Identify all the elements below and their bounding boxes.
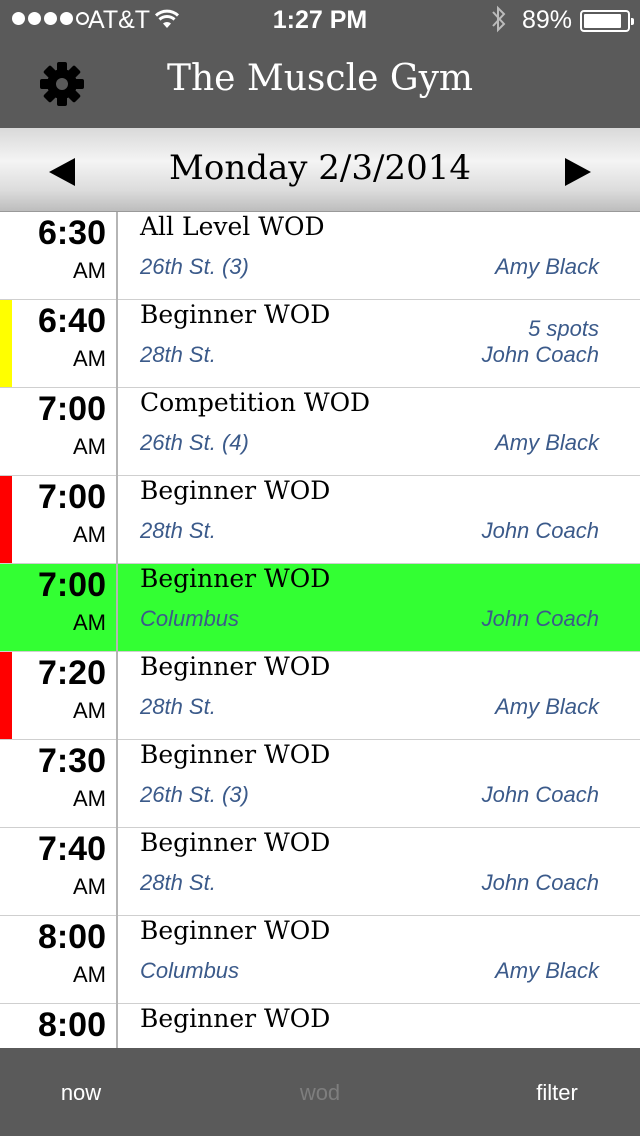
- class-row[interactable]: 8:00 AM Beginner WOD Columbus Amy Black: [0, 916, 640, 1004]
- battery-level-fill: [584, 14, 622, 28]
- class-time: 7:20: [37, 654, 106, 692]
- class-time: 8:00: [37, 1006, 106, 1044]
- class-name: Competition WOD: [140, 388, 371, 417]
- class-coach: John Coach: [481, 870, 599, 895]
- class-time: 8:00: [37, 918, 106, 956]
- tab-now[interactable]: now: [1, 1080, 161, 1106]
- class-name: Beginner WOD: [140, 740, 331, 769]
- battery-icon: [580, 10, 634, 32]
- time-column: 8:00 AM: [0, 916, 118, 1004]
- class-name: All Level WOD: [140, 212, 325, 241]
- time-column: 7:00 AM: [0, 564, 118, 652]
- class-name: Beginner WOD: [140, 652, 331, 681]
- class-time: 7:00: [37, 566, 106, 604]
- class-location: 28th St.: [140, 870, 216, 895]
- class-schedule-list: 6:30 AM All Level WOD 26th St. (3) Amy B…: [0, 212, 640, 1048]
- class-coach: Amy Black: [495, 254, 599, 279]
- class-coach: John Coach: [481, 342, 599, 367]
- class-time: 7:00: [37, 478, 106, 516]
- tab-bar: now wod filter: [0, 1048, 640, 1136]
- class-row[interactable]: 7:00 AM Beginner WOD 28th St. John Coach: [0, 476, 640, 564]
- battery-percent-label: 89%: [522, 6, 573, 34]
- time-column: 6:40 AM: [0, 300, 118, 388]
- class-row[interactable]: 7:40 AM Beginner WOD 28th St. John Coach: [0, 828, 640, 916]
- class-location: 26th St. (3): [140, 782, 249, 807]
- class-location: 28th St.: [140, 518, 216, 543]
- class-location: Columbus: [140, 958, 240, 983]
- class-name: Beginner WOD: [140, 564, 331, 593]
- bluetooth-icon: [490, 4, 508, 41]
- time-column: 7:00 AM: [0, 388, 118, 476]
- class-row[interactable]: 7:20 AM Beginner WOD 28th St. Amy Black: [0, 652, 640, 740]
- class-time: 6:30: [37, 214, 106, 252]
- date-bar: Monday 2/3/2014: [0, 128, 640, 212]
- class-time: 6:40: [37, 302, 106, 340]
- class-row[interactable]: 7:00 AM Beginner WOD Columbus John Coach: [0, 564, 640, 652]
- class-ampm: AM: [73, 346, 106, 371]
- nav-bar: The Muscle Gym: [0, 40, 640, 128]
- class-location: 26th St. (4): [140, 430, 249, 455]
- class-coach: John Coach: [481, 606, 599, 631]
- status-bar: AT&T 1:27 PM 89%: [0, 0, 640, 40]
- time-column: 7:40 AM: [0, 828, 118, 916]
- time-column: 6:30 AM: [0, 212, 118, 300]
- class-time: 7:00: [37, 390, 106, 428]
- right-triangle-icon: [565, 158, 591, 186]
- class-name: Beginner WOD: [140, 476, 331, 505]
- class-row[interactable]: 6:40 AM Beginner WOD 5 spots 28th St. Jo…: [0, 300, 640, 388]
- class-ampm: AM: [73, 610, 106, 635]
- class-coach: Amy Black: [495, 430, 599, 455]
- tab-wod[interactable]: wod: [240, 1080, 400, 1106]
- class-name: Beginner WOD: [140, 1004, 331, 1033]
- time-column: 7:20 AM: [0, 652, 118, 740]
- class-ampm: AM: [73, 786, 106, 811]
- class-coach: Amy Black: [495, 694, 599, 719]
- class-name: Beginner WOD: [140, 828, 331, 857]
- spots-available: 5 spots: [528, 316, 599, 341]
- time-column: 7:00 AM: [0, 476, 118, 564]
- time-column: 8:00 AM: [0, 1004, 118, 1048]
- class-ampm: AM: [73, 698, 106, 723]
- class-time: 7:40: [37, 830, 106, 868]
- current-date: Monday 2/3/2014: [169, 148, 471, 188]
- top-chrome: AT&T 1:27 PM 89% The Muscle Gym: [0, 0, 640, 128]
- class-coach: John Coach: [481, 518, 599, 543]
- class-name: Beginner WOD: [140, 916, 331, 945]
- class-ampm: AM: [73, 434, 106, 459]
- class-location: 28th St.: [140, 694, 216, 719]
- class-row[interactable]: 6:30 AM All Level WOD 26th St. (3) Amy B…: [0, 212, 640, 300]
- class-row[interactable]: 7:00 AM Competition WOD 26th St. (4) Amy…: [0, 388, 640, 476]
- class-time: 7:30: [37, 742, 106, 780]
- class-name: Beginner WOD: [140, 300, 331, 329]
- class-coach: John Coach: [481, 782, 599, 807]
- class-location: 26th St. (3): [140, 254, 249, 279]
- tab-filter[interactable]: filter: [477, 1080, 637, 1106]
- class-ampm: AM: [73, 874, 106, 899]
- app-title: The Muscle Gym: [166, 58, 474, 99]
- time-column: 7:30 AM: [0, 740, 118, 828]
- class-ampm: AM: [73, 962, 106, 987]
- class-row[interactable]: 7:30 AM Beginner WOD 26th St. (3) John C…: [0, 740, 640, 828]
- class-location: 28th St.: [140, 342, 216, 367]
- class-coach: Amy Black: [495, 958, 599, 983]
- class-ampm: AM: [73, 258, 106, 283]
- class-location: Columbus: [140, 606, 240, 631]
- class-row[interactable]: 8:00 AM Beginner WOD: [0, 1004, 640, 1048]
- next-day-button[interactable]: [558, 152, 598, 192]
- class-ampm: AM: [73, 522, 106, 547]
